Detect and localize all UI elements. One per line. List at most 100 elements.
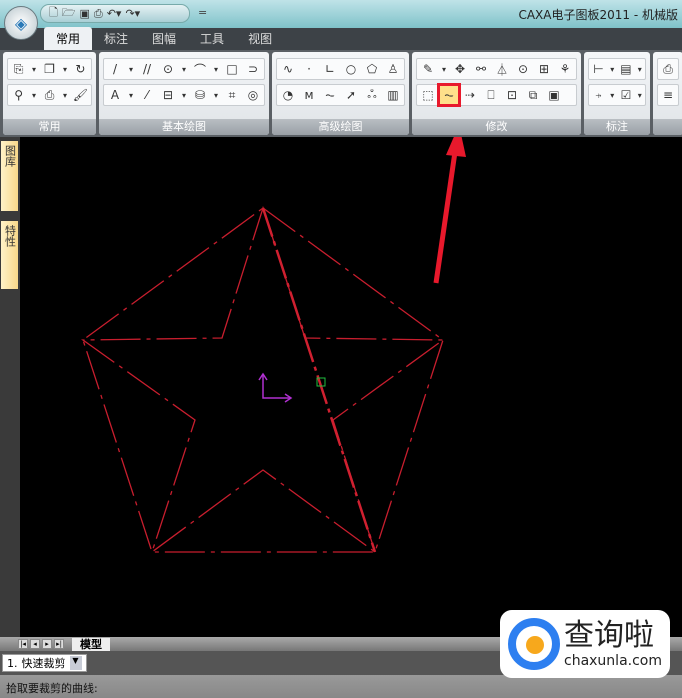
tool-icon[interactable]: ஃ	[363, 86, 381, 104]
chevron-down-icon[interactable]: ▾	[180, 60, 188, 78]
chevron-down-icon[interactable]: ▾	[636, 60, 643, 78]
tool-icon[interactable]: ⊞	[535, 60, 553, 78]
tool-icon[interactable]: ⎕	[482, 86, 500, 104]
tool-icon[interactable]: A	[106, 86, 124, 104]
tool-icon[interactable]: ⊢	[591, 60, 606, 78]
tool-icon[interactable]: ⎙	[41, 86, 58, 104]
tool-icon[interactable]: ☑	[619, 86, 634, 104]
tool-icon[interactable]: ≡	[660, 86, 676, 104]
chevron-down-icon[interactable]: ▾	[30, 60, 38, 78]
tool-icon[interactable]: ⍆	[591, 86, 606, 104]
tab-0[interactable]: 常用	[44, 27, 93, 50]
tab-2[interactable]: 图幅	[140, 27, 188, 50]
ribbon-tabs: 常用 标注 图幅 工具 视图	[0, 27, 682, 50]
command-option-select[interactable]: 1. 快速裁剪 ▼	[2, 654, 87, 672]
tab-1[interactable]: 标注	[92, 27, 140, 50]
tool-icon[interactable]: ⚘	[556, 60, 574, 78]
quick-trim-icon[interactable]: ⏦	[437, 83, 461, 107]
tool-icon[interactable]: ⁄	[138, 86, 156, 104]
print-icon[interactable]: ⎙	[94, 7, 103, 21]
ribbon-group-label	[653, 119, 682, 135]
tool-icon[interactable]: ⏃	[493, 60, 511, 78]
redo-icon[interactable]: ↷▾	[125, 7, 140, 20]
tool-icon[interactable]: ⧉	[524, 86, 542, 104]
chevron-down-icon[interactable]: ▾	[609, 86, 616, 104]
tool-row: / ▾//⊙ ▾ ⌒ ▾ □ ⊃	[103, 58, 265, 80]
chevron-down-icon[interactable]: ▾	[127, 86, 135, 104]
tool-icon[interactable]: □	[223, 60, 241, 78]
app-menu-button[interactable]: ◈	[4, 6, 38, 40]
tool-icon[interactable]: ·	[300, 60, 318, 78]
chevron-down-icon[interactable]: ▾	[440, 60, 448, 78]
tool-icon[interactable]: ⎙	[660, 60, 676, 78]
tool-icon[interactable]: ⏦	[321, 86, 339, 104]
tab-4[interactable]: 视图	[236, 27, 284, 50]
tool-icon[interactable]: ∿	[279, 60, 297, 78]
customize-qat-button[interactable]: =	[198, 6, 207, 19]
chevron-down-icon[interactable]: ▾	[180, 86, 188, 104]
save-icon[interactable]: ▣	[80, 7, 90, 20]
chevron-down-icon[interactable]: ▾	[61, 86, 69, 104]
title-bar: 🗋 🗁 ▣ ⎙ ↶▾ ↷▾ = CAXA电子图板2011 - 机械版	[0, 0, 682, 28]
tool-icon[interactable]: ∟	[321, 60, 339, 78]
tool-icon[interactable]: ⌒	[191, 60, 209, 78]
tab-library-label: 图库	[3, 145, 17, 167]
first-layout-button[interactable]: |◂	[18, 639, 28, 649]
tool-icon[interactable]: ⊙	[514, 60, 532, 78]
chevron-down-icon[interactable]: ▾	[212, 60, 220, 78]
drawing-canvas[interactable]	[20, 137, 682, 637]
undo-icon[interactable]: ↶▾	[107, 7, 122, 20]
left-panel-bar: 图库 特性	[0, 137, 20, 637]
chevron-down-icon[interactable]: ▼	[69, 656, 82, 670]
tool-icon[interactable]: ✥	[451, 60, 469, 78]
ribbon-group-4: ⊢ ▾ ▤ ▾ ⍆ ▾ ☑ ▾ 标注	[584, 52, 650, 135]
chevron-down-icon[interactable]: ▾	[61, 60, 69, 78]
new-icon[interactable]: 🗋	[49, 4, 58, 23]
tab-properties[interactable]: 特性	[1, 221, 18, 289]
chevron-down-icon[interactable]: ▾	[127, 60, 135, 78]
tool-icon[interactable]: ♙	[384, 60, 402, 78]
tab-library[interactable]: 图库	[1, 141, 18, 211]
prev-layout-button[interactable]: ◂	[30, 639, 40, 649]
tool-icon[interactable]: ⊡	[503, 86, 521, 104]
ribbon-group-1: / ▾//⊙ ▾ ⌒ ▾ □ ⊃ A ▾ ⁄ ⊟ ▾ ⛁ ▾ ⌗ ◎ 基本绘图	[99, 52, 269, 135]
tool-icon[interactable]: ▤	[619, 60, 634, 78]
tool-icon[interactable]: ⊟	[159, 86, 177, 104]
open-icon[interactable]: 🗁	[62, 4, 76, 23]
tool-icon[interactable]: ᴍ	[300, 86, 318, 104]
tool-icon[interactable]: ▥	[384, 86, 402, 104]
tool-icon[interactable]: ⊙	[159, 60, 177, 78]
quick-access-toolbar: 🗋 🗁 ▣ ⎙ ↶▾ ↷▾	[40, 4, 190, 23]
tab-3[interactable]: 工具	[188, 27, 236, 50]
tool-icon[interactable]: ✎	[419, 60, 437, 78]
tool-icon[interactable]: ⛁	[191, 86, 209, 104]
tool-row: ◔ ᴍ ⏦ ➚ ஃ ▥	[276, 84, 405, 106]
ucs-axes	[258, 372, 293, 403]
tool-icon[interactable]: ⬠	[363, 60, 381, 78]
tool-icon[interactable]: ◔	[279, 86, 297, 104]
chevron-down-icon[interactable]: ▾	[636, 86, 643, 104]
tool-icon[interactable]: ⚯	[472, 60, 490, 78]
tool-icon[interactable]: ➚	[342, 86, 360, 104]
next-layout-button[interactable]: ▸	[42, 639, 52, 649]
tool-icon[interactable]: ⊃	[244, 60, 262, 78]
tool-icon[interactable]: ↻	[72, 60, 89, 78]
tab-model[interactable]: 模型	[72, 637, 110, 651]
tool-icon[interactable]: ◎	[244, 86, 262, 104]
tool-icon[interactable]: ⎘	[10, 60, 27, 78]
tool-icon[interactable]: /	[106, 60, 124, 78]
tool-icon[interactable]: ▣	[545, 86, 563, 104]
tool-icon[interactable]: ⬚	[419, 86, 437, 104]
tool-icon[interactable]: ⇢	[461, 86, 479, 104]
tool-icon[interactable]: 🖌	[72, 86, 89, 104]
last-layout-button[interactable]: ▸|	[54, 639, 64, 649]
ribbon-group-label: 高级绘图	[272, 119, 409, 135]
tool-icon[interactable]: ○	[342, 60, 360, 78]
chevron-down-icon[interactable]: ▾	[30, 86, 38, 104]
chevron-down-icon[interactable]: ▾	[212, 86, 220, 104]
tool-icon[interactable]: //	[138, 60, 156, 78]
tool-icon[interactable]: ⌗	[223, 86, 241, 104]
tool-icon[interactable]: ⚲	[10, 86, 27, 104]
tool-icon[interactable]: ❐	[41, 60, 58, 78]
chevron-down-icon[interactable]: ▾	[609, 60, 616, 78]
